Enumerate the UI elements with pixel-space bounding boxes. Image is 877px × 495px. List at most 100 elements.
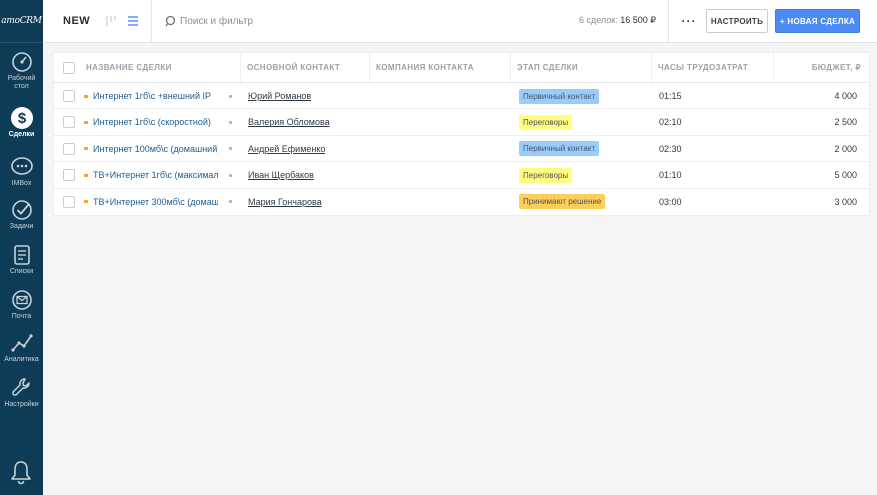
row-checkbox[interactable] bbox=[63, 142, 75, 155]
row-select bbox=[63, 162, 75, 188]
stage-cell: Первичный контакт bbox=[519, 83, 600, 109]
contact-cell: Андрей Ефименко bbox=[248, 136, 325, 162]
sidebar: amoCRM Рабочий стол $ Сделки IMBox Задач… bbox=[0, 0, 43, 495]
contact-link[interactable]: Валерия Обломова bbox=[248, 117, 330, 127]
contact-link[interactable]: Юрий Романов bbox=[248, 91, 311, 101]
bell-icon[interactable] bbox=[7, 458, 35, 486]
contact-cell: Иван Щербаков bbox=[248, 162, 314, 188]
more-dot-icon[interactable] bbox=[229, 173, 232, 177]
sidebar-item-settings[interactable]: Настройки bbox=[0, 376, 43, 409]
mail-icon bbox=[11, 290, 32, 310]
pipeline-name[interactable]: NEW bbox=[63, 15, 90, 27]
tasks-icon bbox=[11, 200, 32, 220]
column-header-contact[interactable]: ОСНОВНОЙ КОНТАКТ bbox=[241, 53, 370, 82]
divider bbox=[151, 0, 152, 43]
more-dot-icon[interactable] bbox=[229, 120, 232, 124]
search-input[interactable] bbox=[180, 13, 420, 29]
sidebar-item-lists[interactable]: Списки bbox=[0, 243, 43, 276]
deal-name-link[interactable]: Интернет 100мб\с (домашний) bbox=[93, 144, 218, 154]
sidebar-item-label: Рабочий стол bbox=[7, 75, 36, 90]
contact-link[interactable]: Андрей Ефименко bbox=[248, 144, 325, 154]
select-all-checkbox[interactable] bbox=[63, 61, 75, 74]
sidebar-item-imbox[interactable]: IMBox bbox=[0, 155, 43, 188]
contact-cell: Мария Гончарова bbox=[248, 189, 322, 215]
stage-badge[interactable]: Переговоры bbox=[519, 167, 573, 183]
dashboard-icon bbox=[11, 52, 32, 72]
contact-cell: Валерия Обломова bbox=[248, 109, 330, 135]
row-checkbox[interactable] bbox=[63, 90, 75, 102]
app-logo[interactable]: amoCRM bbox=[0, 0, 43, 43]
sidebar-item-deals[interactable]: $ Сделки bbox=[0, 106, 43, 139]
priority-dot bbox=[84, 173, 88, 177]
row-select bbox=[63, 136, 75, 162]
table-row[interactable]: ТВ+Интернет 300мб\с (домашний) Мария Гон… bbox=[54, 189, 869, 215]
sidebar-item-mail[interactable]: Почта bbox=[0, 288, 43, 321]
table-row[interactable]: ТВ+Интернет 1гб\с (максимальный) Иван Ще… bbox=[54, 162, 869, 189]
row-checkbox[interactable] bbox=[63, 195, 75, 208]
stage-badge[interactable]: Первичный контакт bbox=[519, 88, 600, 104]
hours-cell: 03:00 bbox=[659, 196, 682, 207]
stage-badge[interactable]: Принимают решение bbox=[519, 194, 606, 210]
column-header-budget[interactable]: БЮДЖЕТ, ₽ bbox=[774, 53, 869, 82]
more-dot-icon[interactable] bbox=[229, 200, 232, 204]
svg-text:$: $ bbox=[17, 110, 26, 127]
logo-text: amoCRM bbox=[1, 16, 42, 26]
row-more bbox=[229, 162, 232, 188]
column-header-company[interactable]: КОМПАНИЯ КОНТАКТА bbox=[370, 53, 511, 82]
sidebar-item-label: Аналитика bbox=[4, 356, 39, 363]
list-view-icon[interactable] bbox=[127, 14, 139, 28]
row-checkbox[interactable] bbox=[63, 116, 75, 129]
hours-cell: 01:10 bbox=[659, 170, 682, 181]
priority-dot bbox=[84, 120, 88, 124]
deal-name-link[interactable]: ТВ+Интернет 1гб\с (максимальный) bbox=[93, 170, 218, 180]
contact-link[interactable]: Мария Гончарова bbox=[248, 197, 322, 207]
kanban-view-icon[interactable] bbox=[105, 14, 117, 28]
more-button[interactable]: ··· bbox=[677, 11, 701, 31]
table-row[interactable]: Интернет 1гб\с +внешний IP Юрий Романов … bbox=[54, 83, 869, 110]
sidebar-item-label: Почта bbox=[11, 313, 32, 320]
sidebar-item-tasks[interactable]: Задачи bbox=[0, 198, 43, 231]
row-more bbox=[229, 189, 232, 215]
row-more bbox=[229, 136, 232, 162]
more-dot-icon[interactable] bbox=[229, 94, 232, 98]
table-header: НАЗВАНИЕ СДЕЛКИ ОСНОВНОЙ КОНТАКТ КОМПАНИ… bbox=[54, 53, 869, 83]
budget-cell: 2 000 bbox=[834, 143, 857, 154]
deals-table: НАЗВАНИЕ СДЕЛКИ ОСНОВНОЙ КОНТАКТ КОМПАНИ… bbox=[53, 52, 870, 216]
imbox-icon bbox=[10, 157, 33, 175]
stage-badge[interactable]: Первичный контакт bbox=[519, 141, 600, 157]
sidebar-item-label: Задачи bbox=[9, 223, 34, 230]
column-header-stage[interactable]: ЭТАП СДЕЛКИ bbox=[511, 53, 652, 82]
more-dot-icon[interactable] bbox=[229, 147, 232, 151]
deal-name-link[interactable]: Интернет 1гб\с (скоростной) bbox=[93, 117, 218, 127]
row-select bbox=[63, 83, 75, 109]
column-header-hours[interactable]: ЧАСЫ ТРУДОЗАТРАТ bbox=[652, 53, 774, 82]
stage-badge[interactable]: Переговоры bbox=[519, 114, 573, 130]
deal-name-link[interactable]: Интернет 1гб\с +внешний IP bbox=[93, 91, 218, 101]
stage-cell: Переговоры bbox=[519, 109, 573, 135]
row-checkbox[interactable] bbox=[63, 169, 75, 182]
hours-cell: 02:10 bbox=[659, 117, 682, 128]
priority-dot bbox=[84, 94, 88, 98]
new-deal-button[interactable]: + НОВАЯ СДЕЛКА bbox=[775, 9, 860, 33]
table-row[interactable]: Интернет 1гб\с (скоростной) Валерия Обло… bbox=[54, 109, 869, 136]
hours-cell: 01:15 bbox=[659, 91, 682, 101]
settings-icon bbox=[11, 378, 30, 396]
deal-name-cell: Интернет 1гб\с (скоростной) bbox=[84, 109, 234, 135]
sidebar-item-analytics[interactable]: Аналитика bbox=[0, 331, 43, 364]
sidebar-item-label: Сделки bbox=[8, 131, 35, 138]
row-select bbox=[63, 189, 75, 215]
deal-name-cell: Интернет 100мб\с (домашний) bbox=[84, 136, 234, 162]
settings-button[interactable]: НАСТРОИТЬ bbox=[706, 9, 768, 33]
contact-link[interactable]: Иван Щербаков bbox=[248, 170, 314, 180]
deal-name-link[interactable]: ТВ+Интернет 300мб\с (домашний) bbox=[93, 197, 218, 207]
sidebar-item-dashboard[interactable]: Рабочий стол bbox=[0, 50, 43, 91]
top-bar: NEW 6 сделок: 16 500 ₽ ··· НАСТРОИТЬ + Н… bbox=[43, 0, 877, 43]
budget-cell: 5 000 bbox=[834, 170, 857, 181]
stage-cell: Первичный контакт bbox=[519, 136, 600, 162]
hours-cell: 02:30 bbox=[659, 143, 682, 154]
table-row[interactable]: Интернет 100мб\с (домашний) Андрей Ефиме… bbox=[54, 136, 869, 163]
deal-name-cell: ТВ+Интернет 300мб\с (домашний) bbox=[84, 189, 234, 215]
header-select-all bbox=[54, 53, 82, 82]
column-header-name[interactable]: НАЗВАНИЕ СДЕЛКИ bbox=[80, 53, 241, 82]
stage-cell: Переговоры bbox=[519, 162, 573, 188]
